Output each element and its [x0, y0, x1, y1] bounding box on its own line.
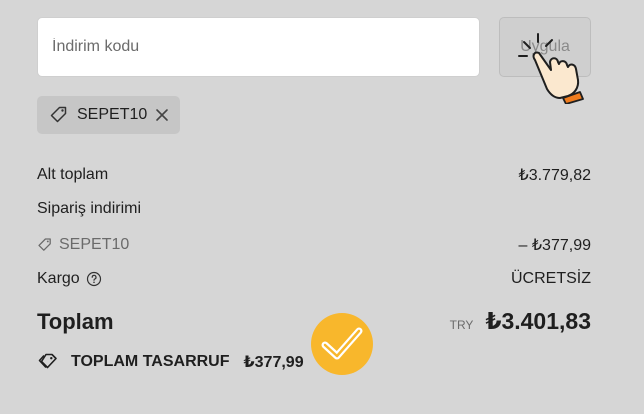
applied-code-chip: SEPET10 — [37, 96, 180, 134]
currency-code: TRY — [449, 318, 474, 332]
order-discount-label: Sipariş indirimi — [37, 200, 142, 217]
tag-icon — [37, 237, 53, 253]
apply-button[interactable]: Uygula — [499, 17, 591, 77]
total-value: ₺3.401,83 — [485, 308, 591, 334]
discount-code-row: SEPET10 – ₺377,99 — [37, 235, 591, 255]
shipping-row: Kargo ÜCRETSİZ — [37, 270, 591, 288]
subtotal-row: Alt toplam ₺3.779,82 — [37, 165, 591, 185]
discount-code-input[interactable] — [37, 17, 480, 77]
checkmark-icon — [321, 323, 363, 365]
applied-code-label: SEPET10 — [77, 106, 148, 123]
close-icon[interactable] — [155, 108, 169, 122]
discount-code-label: SEPET10 — [59, 236, 130, 253]
shipping-value: ÜCRETSİZ — [511, 270, 591, 287]
savings-label: TOPLAM TASARRUF — [71, 353, 230, 370]
total-label: Toplam — [37, 308, 114, 334]
tag-icon — [37, 352, 59, 372]
tag-icon — [49, 105, 69, 125]
subtotal-label: Alt toplam — [37, 166, 109, 183]
total-savings: TOPLAM TASARRUF ₺377,99 — [37, 352, 304, 372]
savings-value: ₺377,99 — [243, 354, 304, 371]
help-icon[interactable] — [86, 271, 102, 287]
apply-button-label: Uygula — [520, 38, 570, 55]
shipping-label: Kargo — [37, 270, 80, 287]
discount-value: – ₺377,99 — [518, 237, 591, 254]
order-discount-row: Sipariş indirimi — [37, 200, 591, 218]
check-badge — [311, 313, 373, 375]
subtotal-value: ₺3.779,82 — [518, 167, 591, 184]
